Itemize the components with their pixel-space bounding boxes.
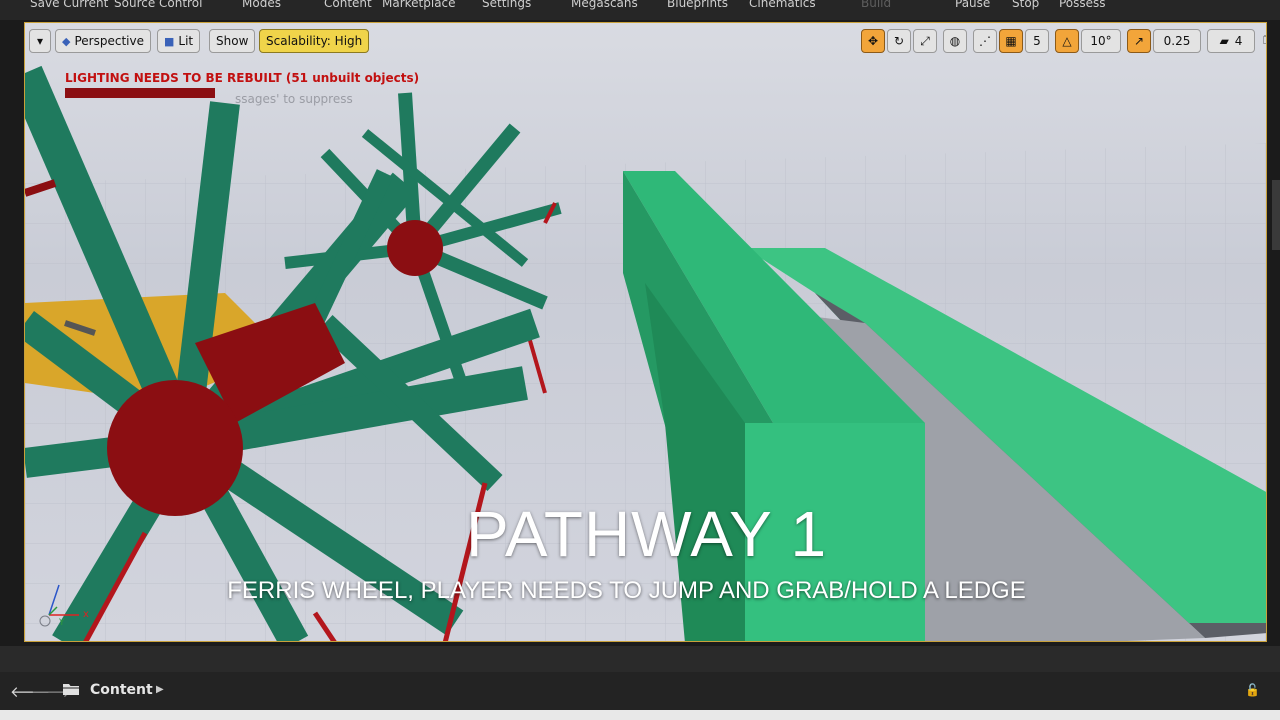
scalability-label: Scalability: High (266, 34, 363, 48)
transform-toolbar: ✥ ↻ ⤢ ◍ ⋰ ▦ 5 △ 10° ↗ 0.25 ▰ 4 ❐ (861, 29, 1266, 53)
move-icon: ✥ (867, 34, 879, 48)
axis-gizmo: x Y (39, 584, 89, 628)
lock-icon[interactable]: 🔓 (1245, 683, 1260, 697)
world-local-button[interactable]: ◍ (943, 29, 967, 53)
viewport-options-button[interactable]: ▾ (29, 29, 51, 53)
toolbar-blueprints[interactable]: Blueprints (667, 0, 728, 10)
perspective-label: Perspective (74, 34, 144, 48)
overlay-subtitle: FERRIS WHEEL, PLAYER NEEDS TO JUMP AND G… (227, 577, 1026, 604)
toolbar-possess[interactable]: Possess (1059, 0, 1106, 10)
level-viewport[interactable]: ▾ ◆ Perspective ■ Lit Show Scalability: … (24, 22, 1267, 642)
toolbar-cinematics[interactable]: Cinematics (749, 0, 816, 10)
toolbar-megascans[interactable]: Megascans (571, 0, 638, 10)
toolbar-source-control[interactable]: Source Control (114, 0, 202, 10)
toolbar-build[interactable]: Build (861, 0, 891, 10)
toolbar-content[interactable]: Content (324, 0, 372, 10)
show-button[interactable]: Show (209, 29, 256, 53)
scale-mode-button[interactable]: ⤢ (913, 29, 937, 53)
suppress-hint: ssages' to suppress (235, 92, 353, 106)
globe-icon: ◍ (949, 34, 961, 48)
translate-mode-button[interactable]: ✥ (861, 29, 885, 53)
rotation-snap-text: 10° (1090, 34, 1112, 48)
camera-icon: ◆ (62, 34, 71, 48)
right-scrollbar[interactable] (1272, 180, 1280, 250)
axis-x-label: x (83, 609, 89, 620)
angle-icon: △ (1062, 34, 1072, 48)
path-chevron-right-icon[interactable]: ▶ (156, 684, 164, 695)
grid-icon: ▦ (1005, 34, 1017, 48)
toolbar-marketplace[interactable]: Marketplace (382, 0, 456, 10)
panel-separator (0, 646, 1280, 672)
toolbar-pause[interactable]: Pause (955, 0, 990, 10)
main-toolbar: Save Current Source Control Modes Conten… (0, 0, 1280, 20)
bottom-panel-edge (0, 710, 1280, 720)
camera-speed-button[interactable]: ▰ 4 (1207, 29, 1255, 53)
maximize-viewport-icon[interactable]: ❐ (1263, 34, 1266, 48)
lit-button[interactable]: ■ Lit (157, 29, 201, 53)
grid-snap-value[interactable]: 5 (1025, 29, 1049, 53)
scale-snap-value[interactable]: 0.25 (1153, 29, 1201, 53)
scale-icon: ⤢ (920, 33, 930, 48)
grid-snap-text: 5 (1033, 34, 1041, 48)
toolbar-save-current[interactable]: Save Current (30, 0, 108, 10)
overlay-title: PATHWAY 1 (465, 498, 828, 570)
perspective-button[interactable]: ◆ Perspective (55, 29, 151, 53)
rotation-snap-value[interactable]: 10° (1081, 29, 1121, 53)
grid-snap-button[interactable]: ▦ (999, 29, 1023, 53)
axis-y-label: Y (58, 618, 65, 628)
rotate-icon: ↻ (893, 34, 905, 48)
toolbar-stop[interactable]: Stop (1012, 0, 1039, 10)
show-label: Show (216, 34, 249, 48)
folder-icon (63, 684, 79, 695)
toolbar-settings[interactable]: Settings (482, 0, 531, 10)
scalability-button[interactable]: Scalability: High (259, 29, 370, 53)
content-path-button[interactable]: Content (90, 682, 153, 698)
camera-speed-icon: ▰ (1219, 34, 1229, 48)
scale-snap-icon: ↗ (1133, 34, 1145, 48)
cube-icon: ■ (164, 34, 175, 48)
surface-snap-button[interactable]: ⋰ (973, 29, 997, 53)
toolbar-modes[interactable]: Modes (242, 0, 281, 10)
rotation-snap-button[interactable]: △ (1055, 29, 1079, 53)
camera-speed-text: 4 (1234, 34, 1243, 48)
editor-window: Save Current Source Control Modes Conten… (0, 0, 1280, 720)
surface-snap-icon: ⋰ (979, 34, 991, 48)
chevron-down-icon: ▾ (36, 34, 44, 48)
rotate-mode-button[interactable]: ↻ (887, 29, 911, 53)
lit-label: Lit (178, 34, 194, 48)
scale-snap-button[interactable]: ↗ (1127, 29, 1151, 53)
lighting-warning: LIGHTING NEEDS TO BE REBUILT (51 unbuilt… (65, 71, 420, 85)
content-browser-bar: 🡐 🡒 Content ▶ 🔓 (0, 672, 1280, 710)
scale-snap-text: 0.25 (1163, 34, 1191, 48)
